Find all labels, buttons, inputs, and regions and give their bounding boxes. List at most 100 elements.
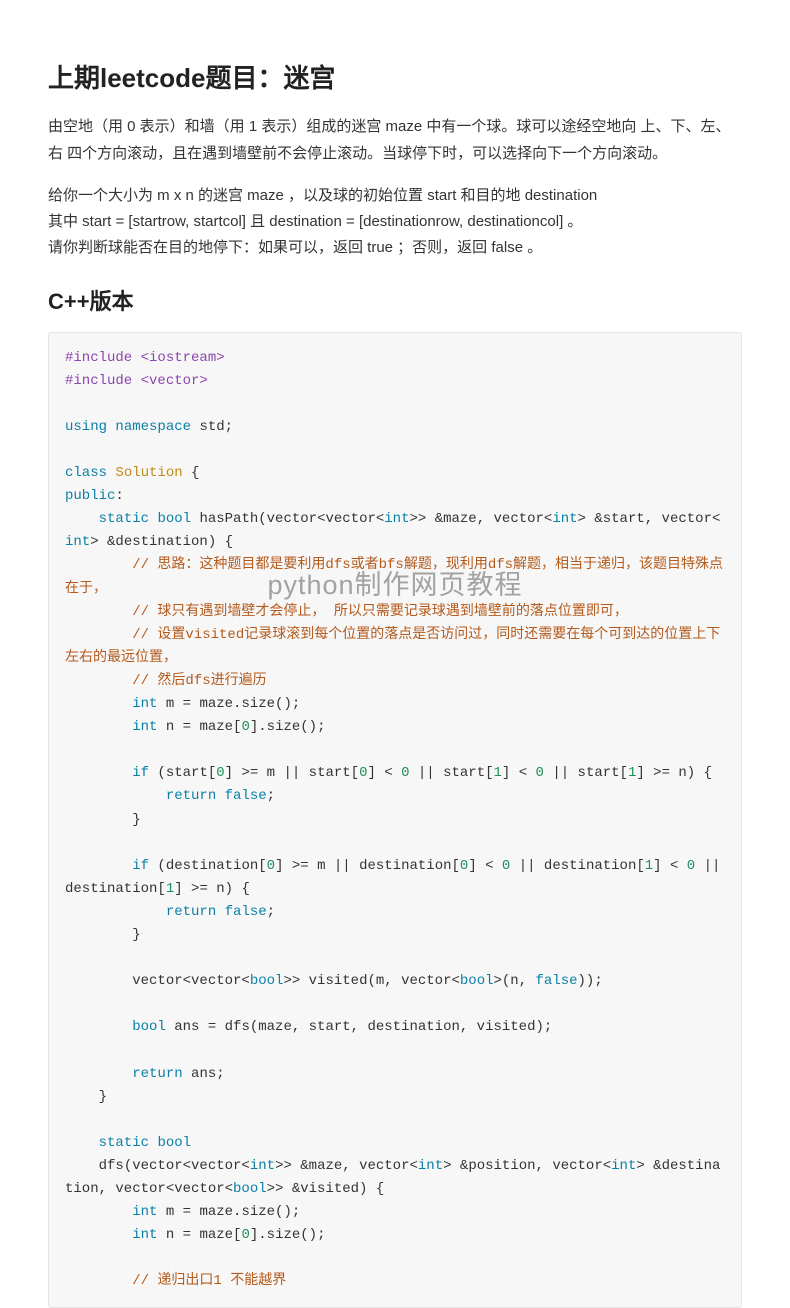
code-token: [65, 858, 132, 874]
code-token: [65, 1204, 132, 1220]
code-token: false: [225, 788, 267, 804]
code-token: int: [552, 511, 577, 527]
page-title: 上期leetcode题目：迷宫: [48, 60, 742, 96]
code-token: namespace: [115, 419, 191, 435]
code-token: // 思路：这种题目都是要利用dfs或者bfs解题，现利用dfs解题，相当于递归…: [65, 557, 723, 596]
code-token: [65, 719, 132, 735]
code-token: [65, 1019, 132, 1035]
code-token: {: [191, 465, 199, 481]
code-token: ;: [225, 419, 233, 435]
code-token: > &position, vector<: [443, 1158, 611, 1174]
code-token: (start[: [149, 765, 216, 781]
code-token: [183, 465, 191, 481]
code-token: > &start, vector<: [578, 511, 721, 527]
code-token: int: [132, 719, 157, 735]
code-token: 0: [536, 765, 544, 781]
code-token: ] <: [468, 858, 502, 874]
code-token: // 球只有遇到墙壁才会停止， 所以只需要记录球遇到墙壁前的落点位置即可，: [132, 604, 628, 620]
code-token: ].size();: [250, 1227, 326, 1243]
code-token: if: [132, 765, 149, 781]
code-token: [65, 1227, 132, 1243]
code-token: [65, 696, 132, 712]
code-token: bool: [132, 1019, 166, 1035]
code-token: bool: [250, 973, 284, 989]
code-token: [65, 1135, 99, 1151]
code-token: int: [611, 1158, 636, 1174]
code-token: // 设置visited记录球滚到每个位置的落点是否访问过，同时还需要在每个可到…: [65, 627, 720, 666]
code-token: }: [65, 1089, 107, 1105]
code-token: ;: [267, 788, 275, 804]
code-token: >> &visited) {: [267, 1181, 385, 1197]
code-token: [65, 511, 99, 527]
code-token: >> &maze, vector<: [275, 1158, 418, 1174]
code-token: static: [99, 511, 149, 527]
code-token: return: [166, 904, 216, 920]
code-token: 0: [216, 765, 224, 781]
code-token: ] <: [653, 858, 687, 874]
code-token: int: [132, 1204, 157, 1220]
code-token: 0: [241, 719, 249, 735]
code-token: >> &maze, vector<: [410, 511, 553, 527]
code-token: int: [65, 534, 90, 550]
code-token: hasPath(vector<vector<: [191, 511, 384, 527]
code-token: ));: [578, 973, 603, 989]
cpp-code-block: #include <iostream> #include <vector> us…: [48, 332, 742, 1308]
code-token: int: [250, 1158, 275, 1174]
code-token: return: [132, 1066, 182, 1082]
code-token: class: [65, 465, 107, 481]
code-token: [65, 1273, 132, 1289]
code-token: ans = dfs(maze, start, destination, visi…: [166, 1019, 552, 1035]
code-token: || start[: [544, 765, 628, 781]
code-token: using: [65, 419, 107, 435]
code-token: (destination[: [149, 858, 267, 874]
code-token: m = maze.size();: [157, 696, 300, 712]
code-token: ] <: [502, 765, 536, 781]
code-token: if: [132, 858, 149, 874]
code-token: [65, 673, 132, 689]
problem-paragraph-1: 由空地（用 0 表示）和墙（用 1 表示）组成的迷宫 maze 中有一个球。球可…: [48, 114, 742, 167]
code-token: int: [384, 511, 409, 527]
code-token: ] >= n) {: [636, 765, 712, 781]
code-token: n = maze[: [157, 719, 241, 735]
code-token: std: [191, 419, 225, 435]
code-token: int: [132, 1227, 157, 1243]
code-token: > &destination) {: [90, 534, 233, 550]
code-token: bool: [157, 1135, 191, 1151]
code-token: 0: [401, 765, 409, 781]
code-token: ans;: [183, 1066, 225, 1082]
code-token: [216, 788, 224, 804]
code-token: 1: [645, 858, 653, 874]
code-token: [216, 904, 224, 920]
code-token: || start[: [410, 765, 494, 781]
code-token: public: [65, 488, 115, 504]
code-token: m = maze.size();: [157, 1204, 300, 1220]
code-token: <vector>: [141, 373, 208, 389]
code-token: [65, 557, 132, 573]
code-token: ].size();: [250, 719, 326, 735]
code-token: [65, 765, 132, 781]
code-token: vector<vector<: [65, 973, 250, 989]
code-token: n = maze[: [157, 1227, 241, 1243]
code-token: }: [65, 812, 141, 828]
code-token: [65, 788, 166, 804]
code-token: bool: [157, 511, 191, 527]
code-token: ;: [267, 904, 275, 920]
article-page: 上期leetcode题目：迷宫 由空地（用 0 表示）和墙（用 1 表示）组成的…: [0, 0, 790, 1308]
code-token: 0: [241, 1227, 249, 1243]
code-token: static: [99, 1135, 149, 1151]
code-token: 1: [494, 765, 502, 781]
code-token: 0: [687, 858, 695, 874]
code-token: [65, 604, 132, 620]
code-token: [149, 1135, 157, 1151]
code-token: // 递归出口1 不能越界: [132, 1273, 286, 1289]
code-token: #include: [65, 373, 141, 389]
code-token: Solution: [115, 465, 182, 481]
code-token: #include: [65, 350, 141, 366]
code-token: >(n,: [494, 973, 536, 989]
code-token: return: [166, 788, 216, 804]
code-token: false: [536, 973, 578, 989]
cpp-heading: C++版本: [48, 284, 742, 316]
code-token: [65, 1066, 132, 1082]
code-token: <iostream>: [141, 350, 225, 366]
code-token: false: [225, 904, 267, 920]
